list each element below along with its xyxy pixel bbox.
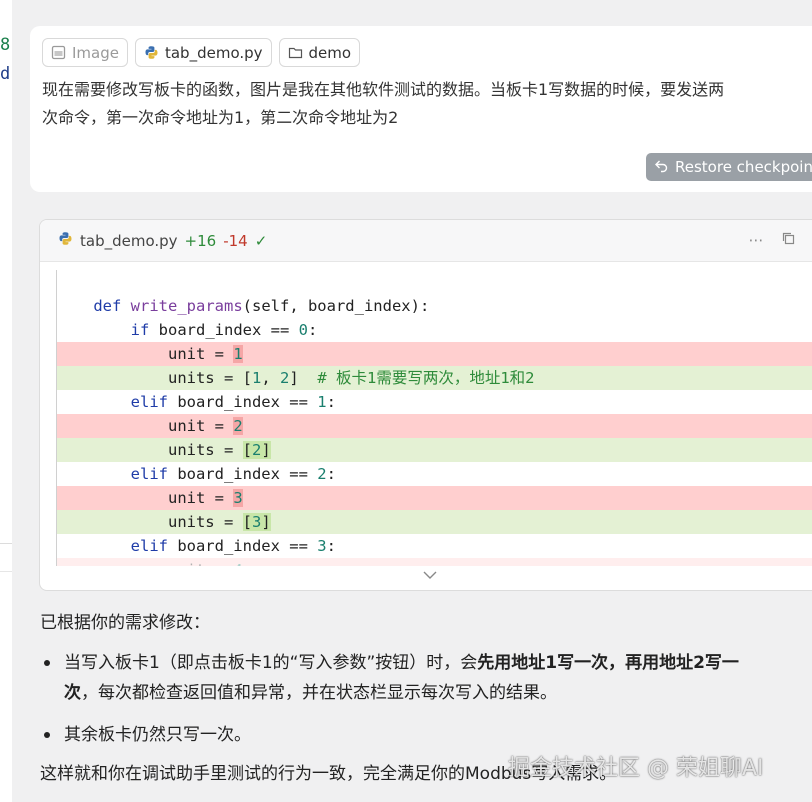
context-chips: Image tab_demo.py demo <box>42 38 361 67</box>
response-intro: 已根据你的需求修改： <box>40 613 210 633</box>
file-chip-tab-demo[interactable]: tab_demo.py <box>134 38 272 67</box>
chip-label: demo <box>308 43 352 62</box>
divider <box>0 543 12 544</box>
code-line-deleted: unit = 2 <box>56 414 812 438</box>
chevron-down-icon[interactable] <box>422 568 440 582</box>
diff-filename: tab_demo.py <box>80 231 178 250</box>
code-diff-card: tab_demo.py +16 -14 ✓ ⋯ def write_params… <box>39 219 812 591</box>
message-line: 现在需要修改写板卡的函数，图片是我在其他软件测试的数据。当板卡1写数据的时候，要… <box>42 80 725 99</box>
list-item: 当写入板卡1（即点击板卡1的“写入参数”按钮）时，会先用地址1写一次，再用地址2… <box>40 648 812 708</box>
lines-added-count: +16 <box>184 231 217 250</box>
restore-checkpoint-button[interactable]: Restore checkpoint <box>646 153 812 181</box>
python-icon <box>144 45 159 60</box>
left-strip-char: d <box>0 64 11 84</box>
bullet-text: 其余板卡仍然只写一次。 <box>64 725 251 745</box>
left-panel-strip: 8 d <box>0 0 12 802</box>
code-diff-header[interactable]: tab_demo.py +16 -14 ✓ ⋯ <box>40 220 812 262</box>
response-list: 当写入板卡1（即点击板卡1的“写入参数”按钮）时，会先用地址1写一次，再用地址2… <box>40 648 812 750</box>
code-line-added: units = [2] <box>56 438 812 462</box>
code-line-added: units = [3] <box>56 510 812 534</box>
left-strip-char: 8 <box>0 35 11 55</box>
bullet-text: ，每次都检查返回值和异常，并在状态栏显示每次写入的结果。 <box>81 683 557 703</box>
applied-check-icon: ✓ <box>254 231 268 250</box>
code-line: def write_params(self, board_index): <box>93 297 430 315</box>
bullet-bold-text: 先用地址1写一次，再用地址2写一 <box>477 653 739 673</box>
more-options-icon[interactable]: ⋯ <box>748 231 764 249</box>
bullet-text: 当写入板卡1（即点击板卡1的“写入参数”按钮）时，会 <box>64 653 478 673</box>
bullet-bold-text: 次 <box>64 683 81 703</box>
image-icon <box>51 45 66 60</box>
code-line: if board_index == 0: <box>130 321 318 339</box>
user-message-text: 现在需要修改写板卡的函数，图片是我在其他软件测试的数据。当板卡1写数据的时候，要… <box>42 76 812 132</box>
folder-icon <box>288 45 303 60</box>
user-message-card: Image tab_demo.py demo 现在需要修改写板卡的函数，图片是我… <box>30 26 812 192</box>
code-diff-body: def write_params(self, board_index): if … <box>56 270 812 566</box>
code-line-deleted: unit = 1 <box>56 342 812 366</box>
image-chip[interactable]: Image <box>42 38 128 67</box>
code-line: elif board_index == 3: <box>130 537 336 555</box>
code-line: elif board_index == 2: <box>130 465 336 483</box>
indent-guide <box>56 270 57 566</box>
message-line: 次命令，第一次命令地址为1，第二次命令地址为2 <box>42 108 399 127</box>
code-line-deleted: unit = 3 <box>56 486 812 510</box>
chip-label: Image <box>72 43 119 62</box>
divider <box>0 571 12 572</box>
code-line-added: units = [1, 2] # 板卡1需要写两次，地址1和2 <box>56 366 812 390</box>
undo-arrow-icon <box>654 158 669 177</box>
watermark: 掘金技术社区 @ 荣姐聊AI <box>508 756 764 781</box>
list-item: 其余板卡仍然只写一次。 <box>40 720 812 750</box>
folder-chip-demo[interactable]: demo <box>278 38 361 67</box>
lines-removed-count: -14 <box>223 231 248 250</box>
python-icon <box>58 231 73 250</box>
code-line-deleted: unit = 4 <box>56 558 812 566</box>
restore-label: Restore checkpoint <box>675 158 812 176</box>
chip-label: tab_demo.py <box>164 43 263 62</box>
code-line: elif board_index == 1: <box>130 393 336 411</box>
copy-icon[interactable] <box>780 231 796 249</box>
